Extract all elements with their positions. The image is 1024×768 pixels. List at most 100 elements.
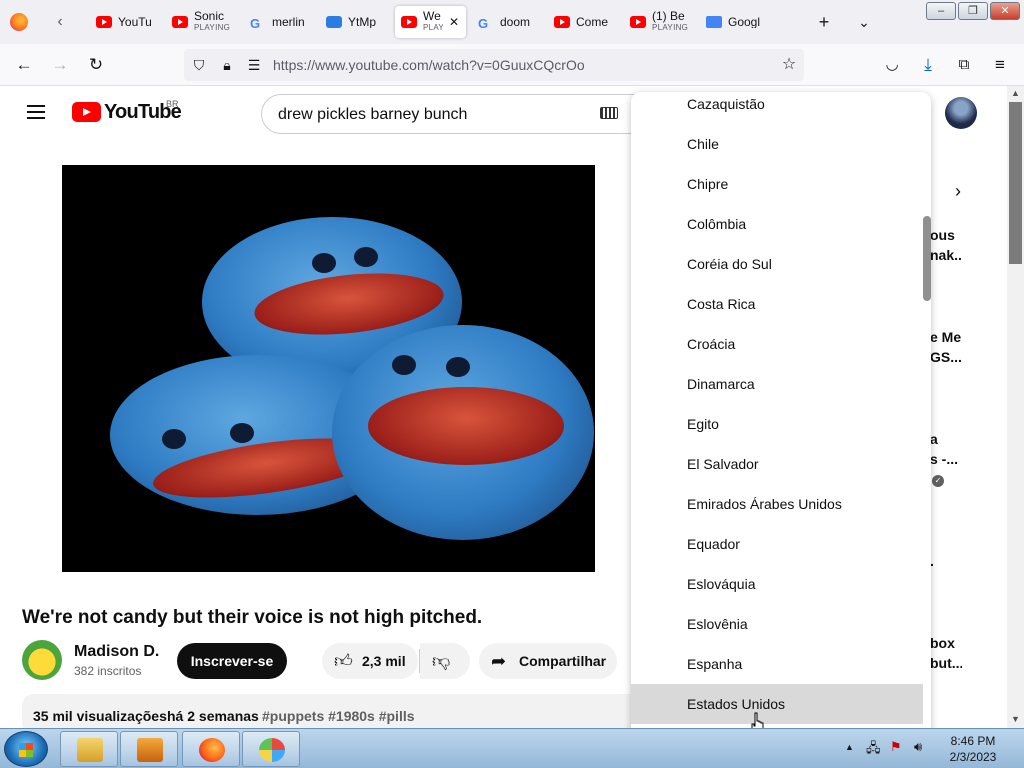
video-player[interactable] [62,165,595,572]
youtube-icon [554,16,570,28]
country-option[interactable]: Colômbia [631,204,923,244]
sidebar-video-title[interactable]: e Me [930,329,962,345]
tab-title: merlin [272,16,305,28]
youtube-icon [96,16,112,28]
ytmp-icon [326,16,342,28]
country-option[interactable]: El Salvador [631,444,923,484]
sidebar-video-title[interactable]: but... [930,655,962,671]
search-query-text[interactable]: drew pickles barney bunch [278,106,467,124]
tab-merlin[interactable]: G merlin [244,6,316,38]
permissions-icon[interactable]: ☰ [243,53,265,77]
app-menu-icon[interactable]: ≡ [988,53,1012,77]
chevron-right-icon[interactable]: › [955,181,961,202]
country-option[interactable]: Costa Rica [631,284,923,324]
hashtags[interactable]: #puppets #1980s #pills [262,708,415,724]
tab-come[interactable]: Come [548,6,620,38]
country-option[interactable]: Croácia [631,324,923,364]
start-button[interactable] [4,731,48,767]
scroll-up-icon[interactable]: ▲ [1007,88,1024,98]
tab-title: Sonic [194,10,225,23]
sidebar-video-title[interactable]: a [930,431,962,447]
description-box[interactable]: 35 mil visualizações há 2 semanas #puppe… [22,694,642,728]
reload-icon[interactable]: ↻ [84,53,108,77]
country-option[interactable]: Chile [631,124,923,164]
forward-icon[interactable]: → [48,53,72,77]
page-scrollbar[interactable]: ▲ ▼ [1007,86,1024,728]
share-button[interactable]: ➦ Compartilhar [479,643,617,679]
google-icon: G [250,16,261,31]
show-hidden-icons-icon[interactable]: ▲ [845,742,854,752]
youtube-icon [401,16,417,28]
youtube-logo-icon[interactable] [72,102,101,122]
country-option-hovered[interactable]: Estados Unidos [631,684,923,724]
taskbar-firefox[interactable] [182,731,240,767]
lock-icon[interactable]: 🔒︎ [216,53,238,77]
like-button[interactable]: 👍︎ 2,3 mil [322,643,418,679]
list-all-tabs-icon[interactable]: ⌄ [852,10,876,34]
close-window-icon[interactable]: ✕ [990,2,1020,20]
media-player-icon [137,738,163,762]
downloads-icon[interactable]: ⤓ [916,53,940,77]
tab-doom[interactable]: G doom [472,6,544,38]
system-clock[interactable]: 8:46 PM 2/3/2023 [938,733,1008,765]
firefox-view-icon[interactable] [10,13,28,31]
url-text[interactable]: https://www.youtube.com/watch?v=0GuuxCQc… [273,57,585,73]
channel-avatar[interactable] [22,640,62,680]
scroll-down-icon[interactable]: ▼ [1007,714,1024,724]
sidebar-video-title[interactable]: . [930,553,962,569]
avatar[interactable] [945,97,977,129]
taskbar-paint[interactable] [242,731,300,767]
tab-sonic[interactable]: Sonic PLAYING [166,6,238,38]
taskbar-explorer[interactable] [60,731,118,767]
sidebar-video-title[interactable]: ous [930,227,962,243]
guide-menu-icon[interactable] [27,105,45,119]
new-tab-icon[interactable]: + [812,10,836,34]
taskbar-media-player[interactable] [120,731,178,767]
country-option[interactable]: Eslováquia [631,564,923,604]
network-icon[interactable]: 🖧︎ [866,739,881,761]
tab-youtube-1[interactable]: YouTu [90,6,162,38]
tab-title: Googl [728,16,761,28]
thumbs-down-icon: 👎︎ [432,651,451,671]
tab-be[interactable]: (1) Be PLAYING [624,6,696,38]
bookmark-star-icon[interactable]: ☆ [778,53,800,77]
tab-ytmp[interactable]: YtMp [320,6,392,38]
extensions-icon[interactable]: ⧉ [952,53,976,77]
youtube-icon [630,16,646,28]
country-option[interactable]: Equador [631,524,923,564]
sidebar-video-title[interactable]: s -... [930,451,962,467]
minimize-icon[interactable]: – [926,2,956,20]
sidebar-video-title[interactable]: box [930,635,962,651]
tabs-scroll-left-icon[interactable]: ‹ [48,10,72,34]
pocket-icon[interactable]: ◡ [880,53,904,77]
country-option[interactable]: Eslovênia [631,604,923,644]
maximize-icon[interactable]: ❐ [958,2,988,20]
firefox-icon [199,738,225,762]
tab-active-video[interactable]: WePLAYING ✕ [395,6,466,38]
tab-playing-label: PLAYING [652,23,689,32]
back-icon[interactable]: ← [12,53,36,77]
tab-playing-label: PLAYING [194,23,231,32]
page-scrollbar-thumb[interactable] [1009,102,1022,264]
dropdown-scrollbar-thumb[interactable] [923,216,931,301]
keyboard-icon[interactable] [600,107,618,119]
action-center-icon[interactable]: ⚑ [890,739,902,755]
channel-name[interactable]: Madison D. [74,643,159,661]
country-dropdown[interactable]: Cazaquistão Chile Chipre Colômbia Coréia… [631,92,931,728]
sidebar-video-title[interactable]: nak... [930,247,962,263]
puppet-eye [392,355,416,375]
address-bar[interactable]: ⛉ 🔒︎ ☰ https://www.youtube.com/watch?v=0… [184,49,804,81]
country-option[interactable]: Chipre [631,164,923,204]
country-option[interactable]: Dinamarca [631,364,923,404]
tab-close-icon[interactable]: ✕ [449,15,459,29]
subscribe-button[interactable]: Inscrever-se [177,643,287,679]
country-option[interactable]: Emirados Árabes Unidos [631,484,923,524]
country-option[interactable]: Egito [631,404,923,444]
country-option[interactable]: Coréia do Sul [631,244,923,284]
country-option[interactable]: Espanha [631,644,923,684]
tracking-protection-shield-icon[interactable]: ⛉ [188,53,210,77]
sidebar-video-title[interactable]: GS... [930,349,962,365]
country-option[interactable]: Cazaquistão [631,92,923,124]
dislike-button[interactable]: 👎︎ [420,643,470,679]
volume-icon[interactable]: 🔊︎ [914,739,922,755]
